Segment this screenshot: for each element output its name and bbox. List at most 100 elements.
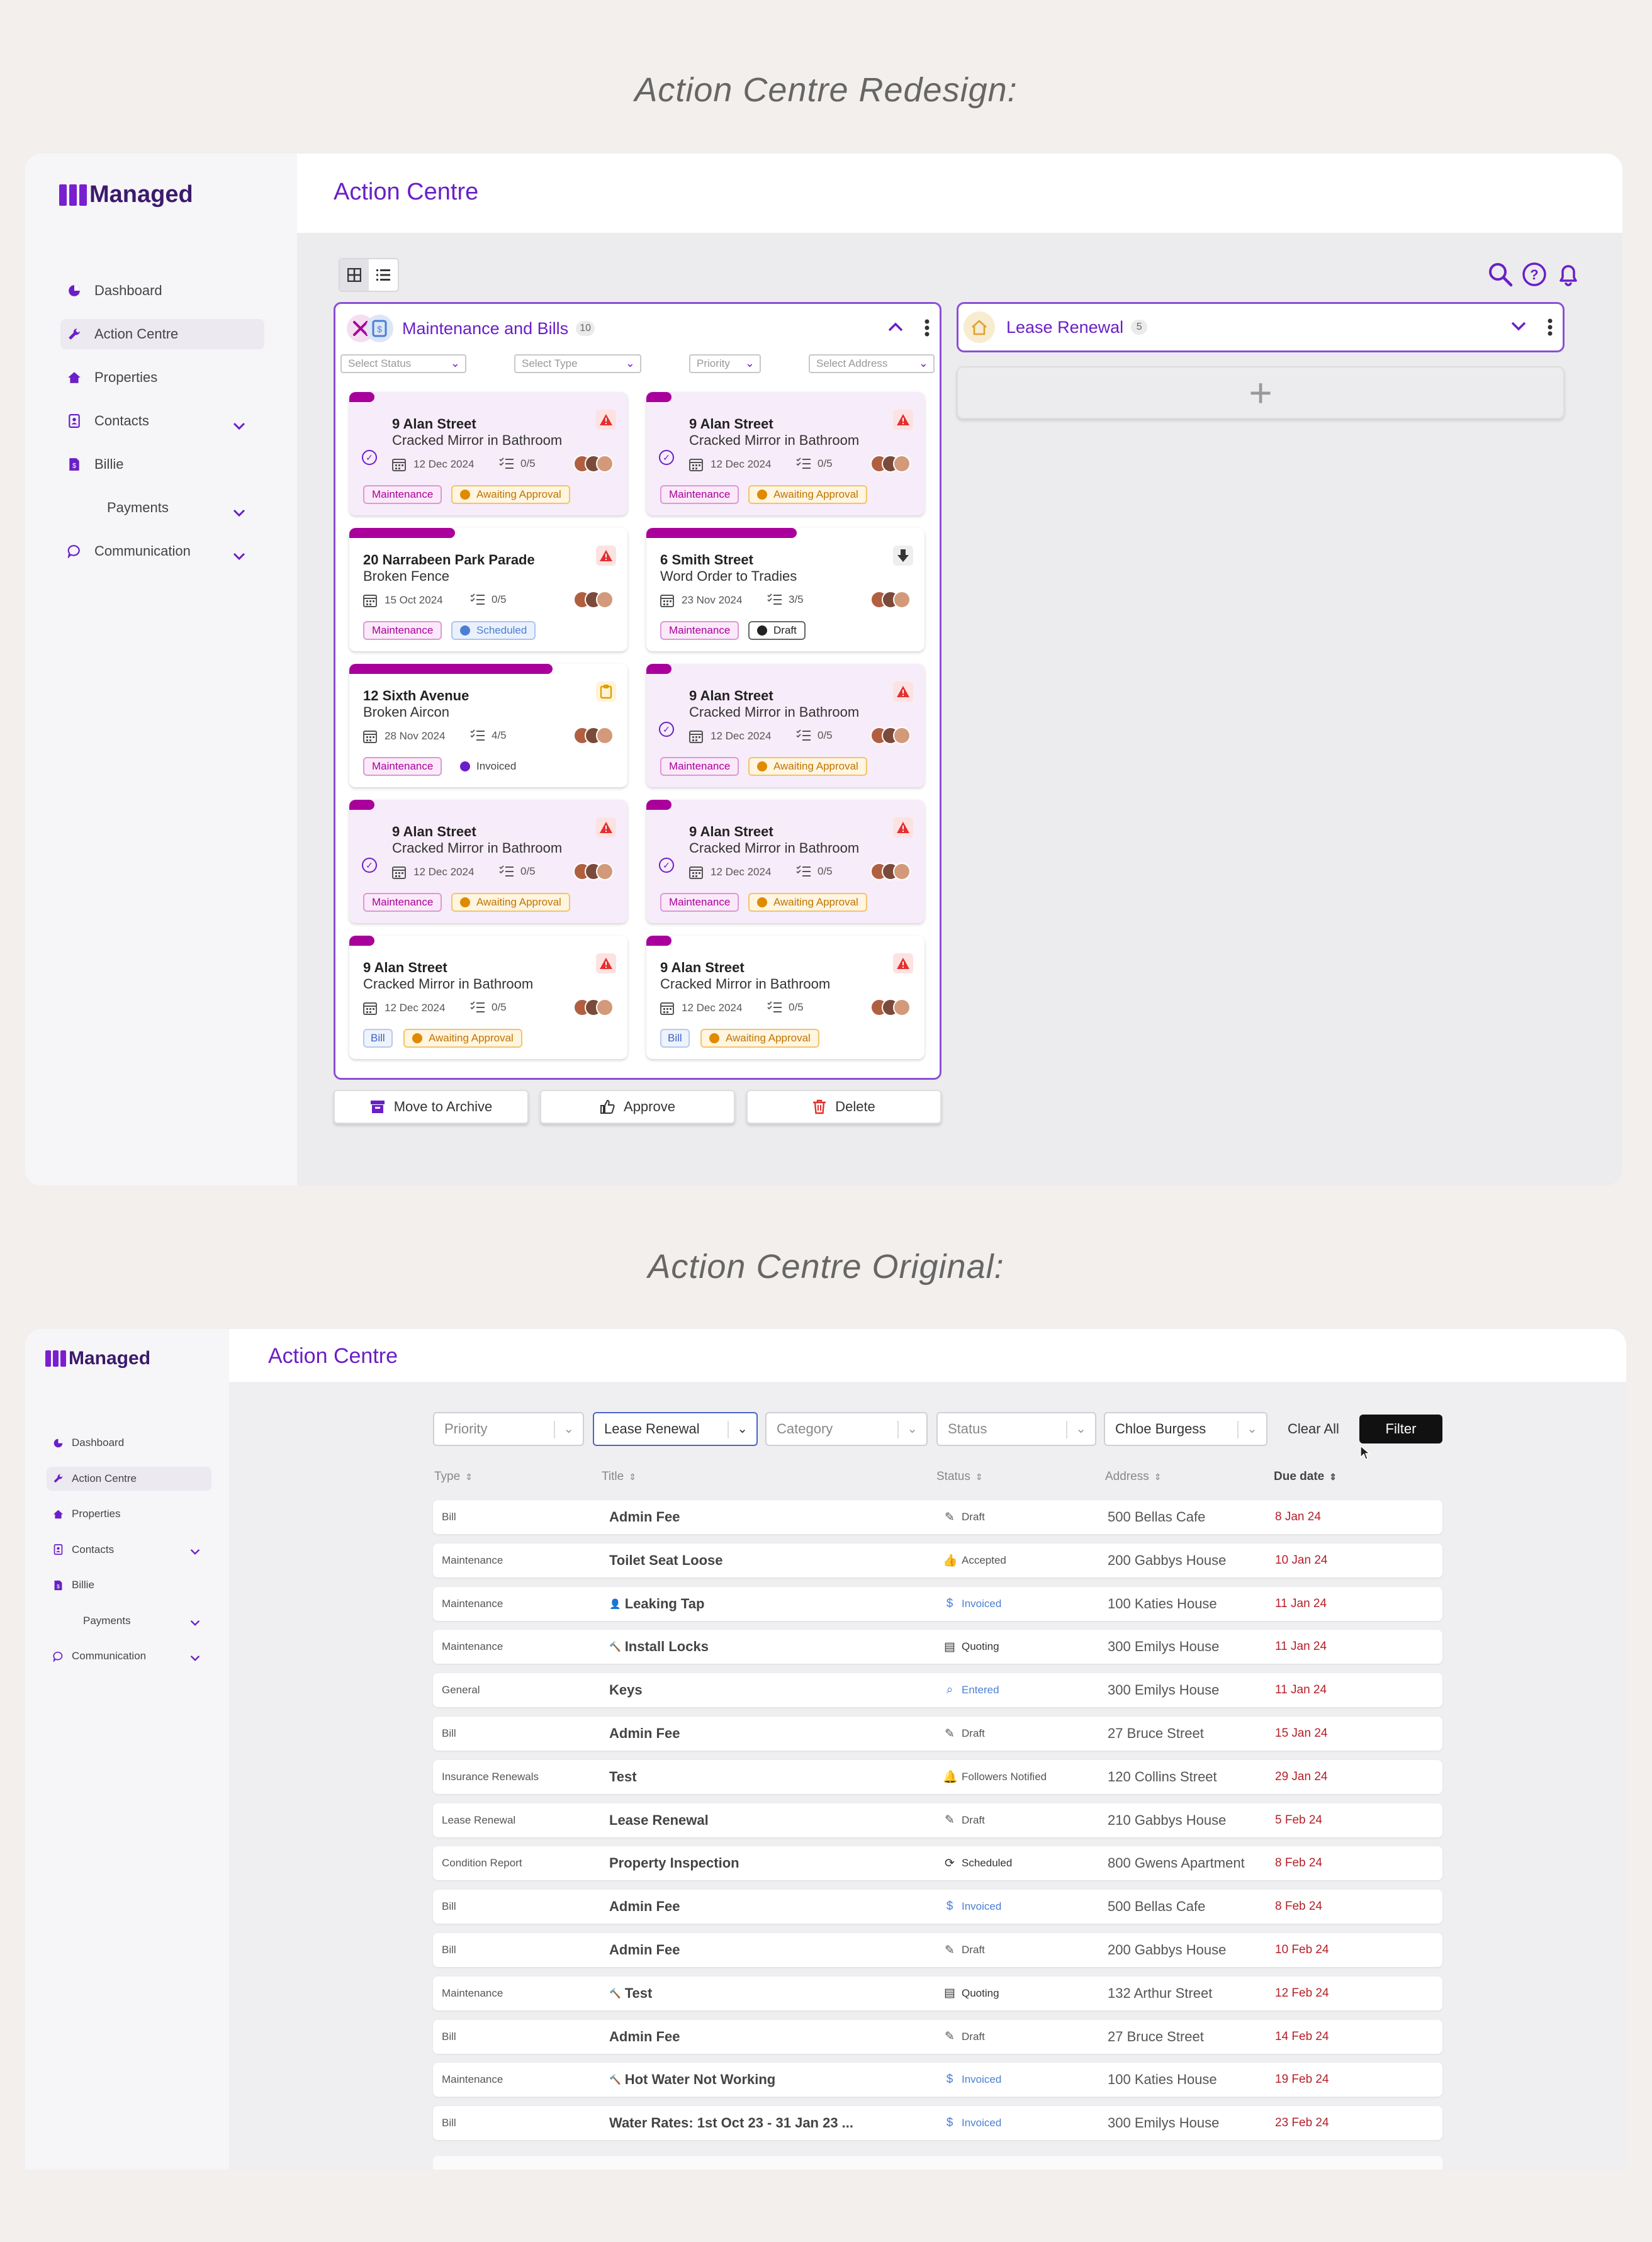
chevron-down-icon[interactable] xyxy=(233,547,245,564)
calendar-icon xyxy=(689,731,703,743)
table-row[interactable]: Maintenance 🔨 Install Locks ▤ Quoting 300 … xyxy=(433,1630,1442,1664)
approve-button[interactable]: Approve xyxy=(540,1090,735,1124)
task-card[interactable]: 12 Sixth Avenue Broken Aircon 28 Nov 202… xyxy=(349,664,627,787)
sidebar-item-billie[interactable]: $ Billie xyxy=(47,1573,211,1597)
row-status: ✎ Draft xyxy=(943,1803,985,1837)
sidebar-item-billie[interactable]: $ Billie xyxy=(60,449,264,479)
sidebar-item-dashboard[interactable]: Dashboard xyxy=(60,276,264,306)
sidebar-item-properties[interactable]: Properties xyxy=(60,362,264,393)
sidebar-item-contacts[interactable]: Contacts xyxy=(60,406,264,436)
task-card[interactable]: 9 Alan Street Cracked Mirror in Bathroom… xyxy=(349,936,627,1059)
priority-select[interactable]: Priority ⌄ xyxy=(433,1412,584,1446)
sidebar-item-communication[interactable]: Communication xyxy=(47,1644,211,1668)
table-row[interactable]: Bill Admin Fee ✎ Draft 27 Bruce Street 15… xyxy=(433,1717,1442,1751)
table-row[interactable]: Maintenance 🔨 Test ▤ Quoting 132 Arthur St… xyxy=(433,1976,1442,2010)
priority-filter[interactable]: Priority ⌄ xyxy=(689,354,761,373)
check-circle-icon[interactable]: ✓ xyxy=(659,858,674,873)
chevron-down-icon[interactable] xyxy=(190,1546,200,1559)
table-row[interactable]: Bill Water Rates: 1st Oct 23 - 31 Jan 23… xyxy=(433,2106,1442,2141)
chevron-down-icon[interactable] xyxy=(190,1617,200,1630)
clear-all-button[interactable]: Clear All xyxy=(1288,1421,1339,1437)
task-card[interactable]: 20 Narrabeen Park Parade Broken Fence 15… xyxy=(349,528,627,651)
help-icon[interactable]: ? xyxy=(1522,262,1547,290)
sidebar-item-action-centre[interactable]: Action Centre xyxy=(47,1466,211,1491)
sidebar-item-communication[interactable]: Communication xyxy=(60,536,264,566)
card-date-text: 12 Dec 2024 xyxy=(682,1002,743,1014)
add-group-button[interactable]: + xyxy=(957,366,1565,419)
list-view-icon[interactable] xyxy=(369,259,398,291)
row-due-date: 19 Feb 24 xyxy=(1275,2073,1329,2087)
avatar xyxy=(893,863,911,880)
row-type: Maintenance xyxy=(442,1554,503,1566)
task-card[interactable]: ✓ 9 Alan Street Cracked Mirror in Bathro… xyxy=(646,800,924,923)
status-column-header[interactable]: Status ⇕ xyxy=(936,1470,983,1484)
search-icon[interactable] xyxy=(1488,262,1513,290)
sidebar-item-payments[interactable]: Payments xyxy=(60,493,264,523)
logo-mark-icon xyxy=(59,184,87,206)
check-circle-icon[interactable]: ✓ xyxy=(362,450,377,465)
check-circle-icon[interactable]: ✓ xyxy=(659,722,674,737)
status-select[interactable]: Status ⌄ xyxy=(936,1412,1096,1446)
expand-chevron-icon[interactable] xyxy=(1511,322,1526,335)
task-card[interactable]: 9 Alan Street Cracked Mirror in Bathroom… xyxy=(646,936,924,1059)
chevron-down-icon[interactable] xyxy=(233,504,245,520)
table-row[interactable]: Bill Admin Fee $ Invoiced 500 Bellas Cafe… xyxy=(433,1890,1442,1924)
thumbs-up-icon: 👍 xyxy=(943,1554,958,1567)
address-column-header[interactable]: Address ⇕ xyxy=(1105,1470,1161,1484)
table-row[interactable]: Condition Report Property Inspection ⟳ Sc… xyxy=(433,1846,1442,1881)
brand-logo[interactable]: Managed xyxy=(45,1348,150,1369)
sidebar-item-properties[interactable]: Properties xyxy=(47,1502,211,1526)
row-status-text: Scheduled xyxy=(962,1857,1013,1869)
category-type-select[interactable]: Lease Renewal ⌄ xyxy=(593,1412,758,1446)
task-card[interactable]: ✓ 9 Alan Street Cracked Mirror in Bathro… xyxy=(349,800,627,923)
check-circle-icon[interactable]: ✓ xyxy=(362,858,377,873)
status-tag: Invoiced xyxy=(451,757,525,776)
assignee-avatars xyxy=(870,591,911,608)
priority-select-label: Priority xyxy=(444,1421,488,1437)
address-filter[interactable]: Select Address ⌄ xyxy=(809,354,935,373)
table-row[interactable]: Maintenance Toilet Seat Loose 👍 Accepted … xyxy=(433,1543,1442,1578)
status-tag: Awaiting Approval xyxy=(748,893,867,912)
refresh-icon: ⟳ xyxy=(945,1856,955,1870)
task-card[interactable]: ✓ 9 Alan Street Cracked Mirror in Bathro… xyxy=(646,392,924,515)
chevron-down-icon[interactable] xyxy=(233,417,245,434)
table-row[interactable]: Maintenance 🔨 Hot Water Not Working $ Invo… xyxy=(433,2063,1442,2097)
check-circle-icon[interactable]: ✓ xyxy=(659,450,674,465)
assignee-select[interactable]: Chloe Burgess ⌄ xyxy=(1104,1412,1267,1446)
task-card[interactable]: 6 Smith Street Word Order to Tradies 23 … xyxy=(646,528,924,651)
progress-strip xyxy=(646,664,671,674)
due-date-column-header[interactable]: Due date ⇕ xyxy=(1274,1470,1337,1484)
sidebar-item-label: Action Centre xyxy=(94,326,179,342)
title-column-header[interactable]: Title ⇕ xyxy=(602,1470,636,1484)
delete-button[interactable]: Delete xyxy=(746,1090,941,1124)
sidebar-item-action-centre[interactable]: Action Centre xyxy=(60,319,264,349)
collapse-chevron-icon[interactable] xyxy=(888,322,903,335)
row-type: Maintenance xyxy=(442,1987,503,1999)
row-status: ⟳ Scheduled xyxy=(943,1846,1012,1880)
table-row[interactable]: Insurance Renewals Test 🔔 Followers Notif… xyxy=(433,1759,1442,1794)
type-column-header[interactable]: Type ⇕ xyxy=(434,1470,473,1484)
move-to-archive-button[interactable]: Move to Archive xyxy=(334,1090,529,1124)
avatar xyxy=(596,863,614,880)
task-card[interactable]: ✓ 9 Alan Street Cracked Mirror in Bathro… xyxy=(349,392,627,515)
notification-bell-icon[interactable] xyxy=(1556,262,1581,290)
category-select[interactable]: Category ⌄ xyxy=(765,1412,928,1446)
table-row[interactable]: Lease Renewal Lease Renewal ✎ Draft 210 G… xyxy=(433,1803,1442,1837)
grid-view-icon[interactable] xyxy=(340,259,369,291)
brand-logo[interactable]: Managed xyxy=(59,181,193,208)
table-row[interactable]: General Keys ⌕ Entered 300 Emilys House 1… xyxy=(433,1673,1442,1708)
table-row[interactable]: Bill Admin Fee ✎ Draft 500 Bellas Cafe 8 … xyxy=(433,1500,1442,1534)
filter-button[interactable]: Filter xyxy=(1359,1415,1442,1443)
more-options-icon[interactable] xyxy=(1548,318,1553,339)
sidebar-item-payments[interactable]: Payments xyxy=(47,1609,211,1633)
type-filter[interactable]: Select Type ⌄ xyxy=(514,354,641,373)
table-row[interactable]: Bill Admin Fee ✎ Draft 27 Bruce Street 14… xyxy=(433,2019,1442,2054)
table-row[interactable]: Bill Admin Fee ✎ Draft 200 Gabbys House 1… xyxy=(433,1933,1442,1967)
chevron-down-icon[interactable] xyxy=(190,1652,200,1665)
sidebar-item-contacts[interactable]: Contacts xyxy=(47,1538,211,1562)
table-row[interactable]: Maintenance 👤 Leaking Tap $ Invoiced 100 K… xyxy=(433,1586,1442,1621)
sidebar-item-dashboard[interactable]: Dashboard xyxy=(47,1431,211,1455)
task-card[interactable]: ✓ 9 Alan Street Cracked Mirror in Bathro… xyxy=(646,664,924,787)
status-filter[interactable]: Select Status ⌄ xyxy=(340,354,466,373)
more-options-icon[interactable] xyxy=(924,319,930,340)
